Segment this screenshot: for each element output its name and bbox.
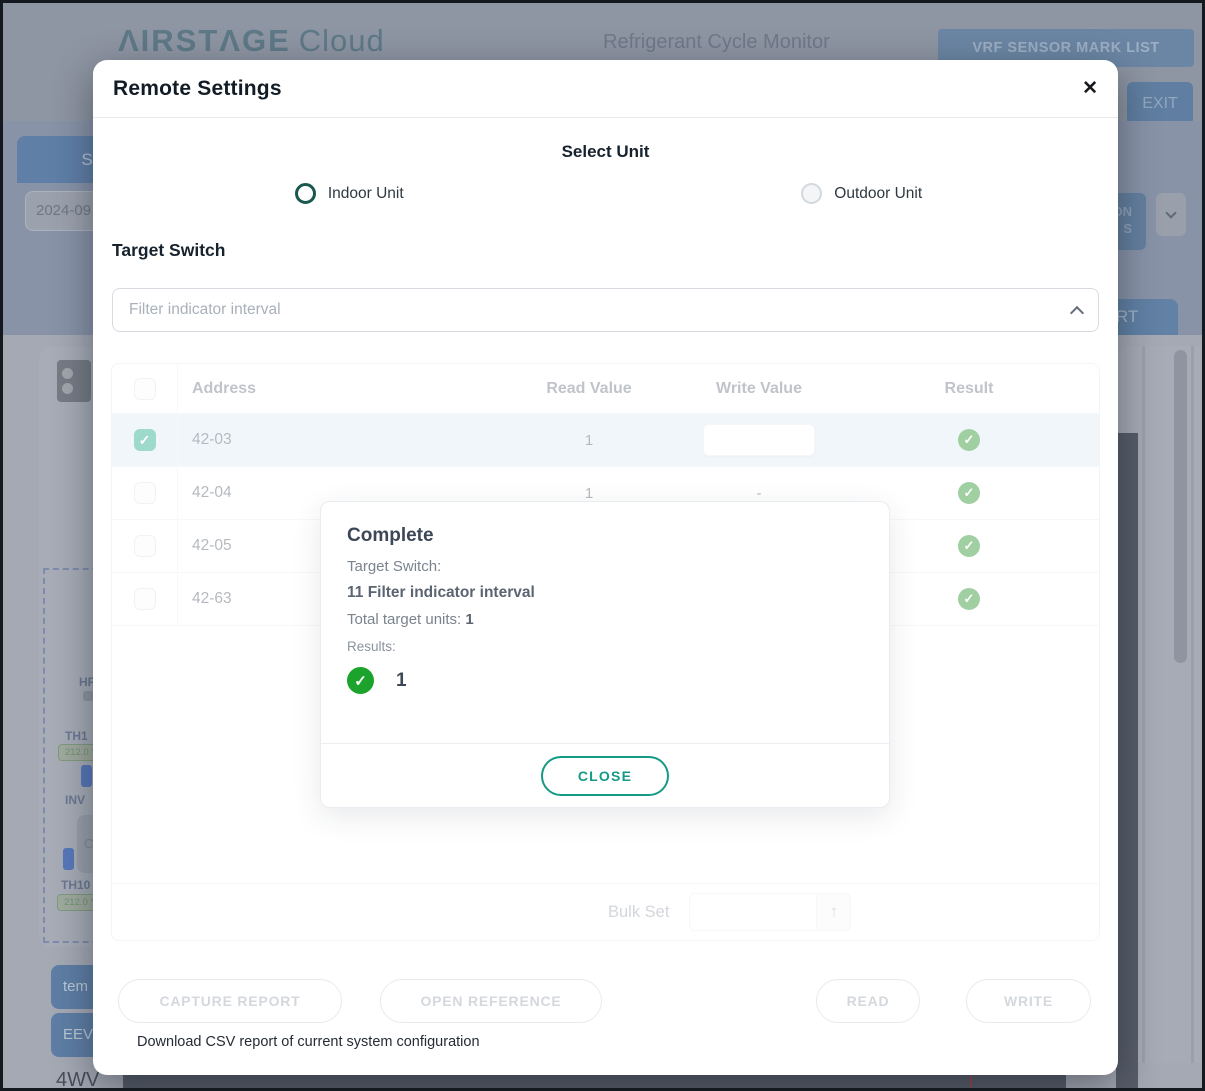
sensor-pin-icon	[63, 848, 74, 870]
row-checkbox[interactable]	[133, 429, 156, 451]
read-button[interactable]: READ	[816, 979, 920, 1023]
select-all-cell	[112, 364, 178, 413]
table-row: 42-03 1	[112, 414, 1099, 467]
bulk-set-label: Bulk Set	[608, 902, 670, 921]
success-check-icon	[958, 482, 980, 504]
row-checkbox[interactable]	[133, 535, 156, 557]
column-header-address: Address	[192, 379, 257, 397]
outdoor-unit-option[interactable]: Outdoor Unit	[606, 183, 1119, 204]
write-value-cell	[679, 414, 839, 466]
unit-radio-group: Indoor Unit Outdoor Unit	[93, 183, 1118, 204]
complete-dialog-body: Complete Target Switch: 11 Filter indica…	[321, 502, 889, 743]
target-switch-dropdown-value: Filter indicator interval	[129, 301, 281, 318]
bulk-set-row: Bulk Set ↑	[112, 883, 1099, 940]
modal-header: Remote Settings ✕	[93, 60, 1118, 118]
remote-settings-modal: Remote Settings ✕ Select Unit Indoor Uni…	[93, 60, 1118, 1075]
select-unit-heading: Select Unit	[561, 142, 650, 161]
row-checkbox[interactable]	[133, 588, 156, 610]
bulk-set-group: ↑	[689, 893, 852, 931]
table-header-row: Address Read Value Write Value Result	[112, 364, 1099, 414]
sensor-label-th10: TH10	[61, 878, 91, 892]
target-switch-heading: Target Switch	[112, 240, 226, 260]
open-reference-button[interactable]: OPEN REFERENCE	[380, 979, 602, 1023]
column-header-read: Read Value	[546, 379, 632, 397]
outdoor-unit-label: Outdoor Unit	[834, 184, 923, 202]
switch-name: 11 Filter indicator interval	[347, 584, 535, 601]
indoor-unit-radio[interactable]	[294, 183, 316, 204]
sensor-label-inv: INV	[65, 793, 86, 807]
read-value-cell: 1	[584, 431, 594, 449]
capture-report-button[interactable]: CAPTURE REPORT	[118, 979, 342, 1023]
total-label: Total target units:	[347, 611, 466, 628]
sensor-label-th1: TH1	[65, 729, 88, 743]
result-row: 1	[347, 667, 863, 694]
success-check-icon	[347, 667, 374, 694]
sensor-pin-icon	[81, 765, 92, 787]
target-switch-label: Target Switch:	[347, 558, 442, 575]
result-count: 1	[396, 669, 407, 691]
outdoor-unit-radio[interactable]	[801, 183, 823, 204]
complete-dialog: Complete Target Switch: 11 Filter indica…	[320, 501, 890, 808]
success-check-icon	[958, 588, 980, 610]
airstage-logo: ΛIRSTΛGE Cloud	[118, 23, 385, 59]
bulk-set-input[interactable]	[689, 893, 818, 931]
background-chart-bar	[1116, 433, 1138, 1088]
scrollbar-thumb[interactable]	[1174, 350, 1187, 663]
complete-title: Complete	[347, 525, 434, 546]
write-value-input[interactable]	[703, 424, 815, 456]
bulk-apply-button[interactable]: ↑	[817, 893, 852, 931]
result-cell	[839, 414, 1099, 466]
label-4wv: 4WV	[56, 1069, 100, 1091]
exit-button[interactable]: EXIT	[1127, 82, 1193, 125]
app-screen: ΛIRSTΛGE Cloud Refrigerant Cycle Monitor …	[0, 0, 1205, 1091]
select-all-checkbox[interactable]	[133, 377, 156, 400]
background-column-divider	[1191, 346, 1194, 1063]
address-cell: 42-03	[192, 431, 232, 448]
success-check-icon	[958, 535, 980, 557]
close-icon[interactable]: ✕	[1082, 79, 1098, 98]
row-checkbox-cell	[112, 467, 178, 519]
success-check-icon	[958, 429, 980, 451]
page-title: Refrigerant Cycle Monitor	[603, 31, 830, 53]
modal-title: Remote Settings	[113, 76, 282, 100]
logo-cloud-text: Cloud	[298, 23, 385, 58]
row-checkbox-cell	[112, 573, 178, 625]
total-target-units: Total target units: 1	[347, 611, 863, 628]
row-checkbox[interactable]	[133, 482, 156, 504]
csv-note: Download CSV report of current system co…	[137, 1034, 480, 1050]
row-checkbox-cell	[112, 414, 178, 466]
background-column-divider	[1142, 346, 1145, 1063]
modal-footer: CAPTURE REPORT OPEN REFERENCE READ WRITE	[93, 979, 1118, 1023]
target-switch-dropdown[interactable]: Filter indicator interval	[112, 288, 1099, 332]
background-dropdown[interactable]	[1156, 193, 1186, 236]
total-value: 1	[465, 611, 474, 628]
chevron-up-icon	[1069, 305, 1085, 321]
complete-dialog-footer: CLOSE	[321, 743, 889, 807]
results-label: Results:	[347, 639, 396, 654]
row-checkbox-cell	[112, 520, 178, 572]
write-button[interactable]: WRITE	[966, 979, 1091, 1023]
column-header-write: Write Value	[716, 379, 802, 397]
logo-airstage-text: ΛIRSTΛGE	[118, 23, 291, 58]
indoor-unit-option[interactable]: Indoor Unit	[93, 183, 606, 204]
close-button[interactable]: CLOSE	[541, 755, 669, 796]
indoor-unit-label: Indoor Unit	[327, 184, 404, 202]
column-header-result: Result	[944, 379, 994, 397]
indoor-unit-icon	[57, 360, 91, 402]
chevron-down-icon	[1165, 206, 1177, 219]
